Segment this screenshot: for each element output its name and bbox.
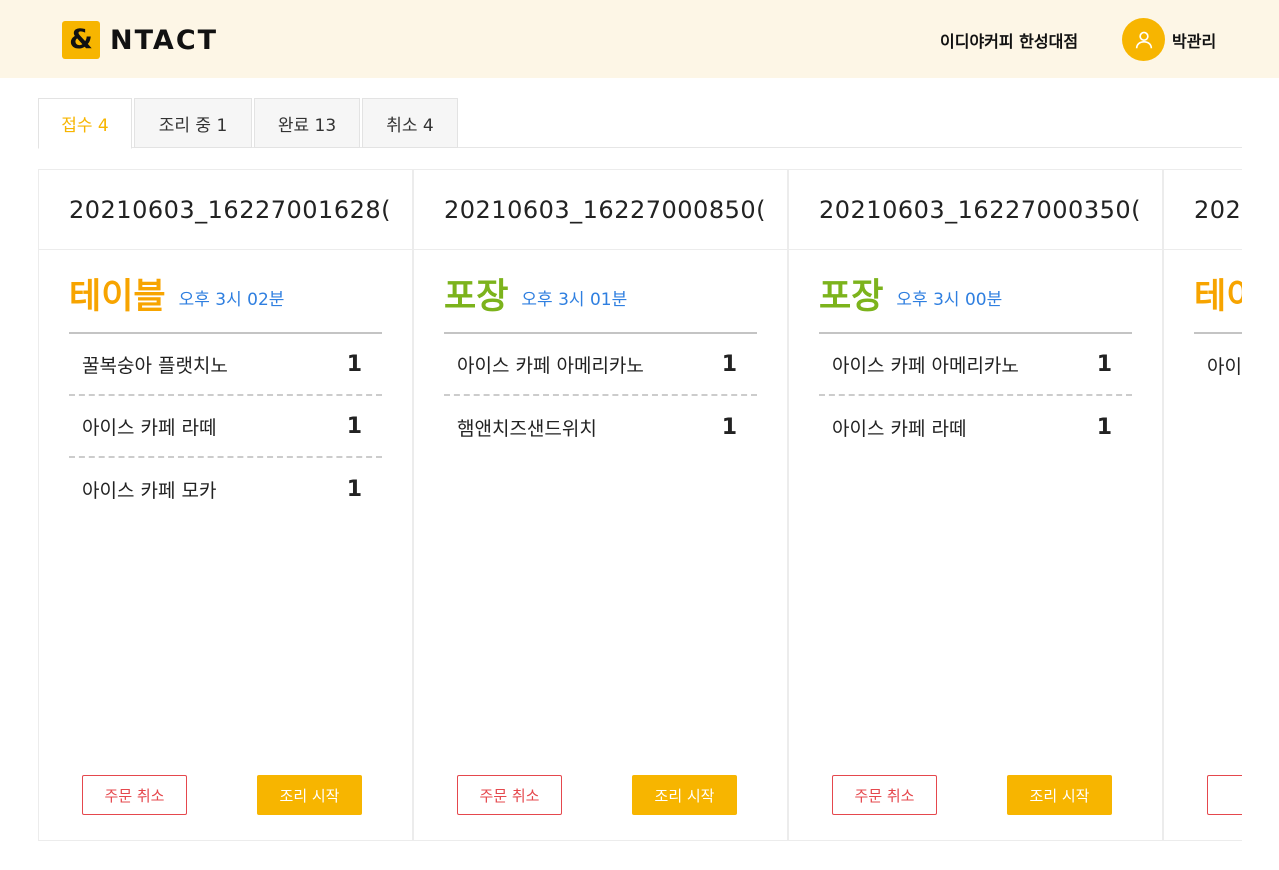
tab-completed[interactable]: 완료 13 bbox=[254, 98, 360, 148]
cancel-order-button[interactable]: 주문 취소 bbox=[832, 775, 937, 815]
item-name: 아이스 카페 아메리카노 bbox=[457, 354, 644, 377]
top-header: & NTACT 이디야커피 한성대점 박관리 bbox=[0, 0, 1279, 78]
order-item: 햄앤치즈샌드위치 1 bbox=[444, 396, 757, 458]
order-type: 테이 bbox=[1194, 276, 1242, 317]
user-icon bbox=[1135, 31, 1152, 48]
order-card-header: 202 bbox=[1164, 170, 1242, 250]
store-name: 이디야커피 한성대점 bbox=[940, 32, 1079, 51]
order-number: 20210603_16227000850( bbox=[444, 195, 766, 224]
order-item: 꿀복숭아 플랫치노 1 bbox=[69, 334, 382, 396]
tab-cancelled[interactable]: 취소 4 bbox=[362, 98, 458, 148]
order-type: 포장 bbox=[444, 276, 509, 317]
item-qty: 1 bbox=[346, 351, 362, 377]
avatar[interactable] bbox=[1122, 18, 1165, 61]
order-type-row: 포장 오후 3시 00분 bbox=[819, 250, 1132, 334]
item-name: 햄앤치즈샌드위치 bbox=[457, 417, 597, 440]
order-item: 아이스 카페 모카 1 bbox=[69, 458, 382, 520]
order-items: 아이 bbox=[1194, 334, 1242, 396]
order-item: 아이 bbox=[1194, 334, 1242, 396]
item-qty: 1 bbox=[721, 414, 737, 440]
start-cooking-button[interactable]: 조리 시작 bbox=[257, 775, 362, 815]
order-number: 20210603_16227000350( bbox=[819, 195, 1141, 224]
item-name: 꿀복숭아 플랫치노 bbox=[82, 354, 228, 377]
order-item: 아이스 카페 라떼 1 bbox=[69, 396, 382, 458]
start-cooking-button[interactable]: 조리 시작 bbox=[1007, 775, 1112, 815]
order-item: 아이스 카페 아메리카노 1 bbox=[444, 334, 757, 396]
order-item: 아이스 카페 라떼 1 bbox=[819, 396, 1132, 458]
item-qty: 1 bbox=[1096, 414, 1112, 440]
item-qty: 1 bbox=[346, 413, 362, 439]
cancel-order-button[interactable]: 주 bbox=[1207, 775, 1242, 815]
order-items: 아이스 카페 아메리카노 1 아이스 카페 라떼 1 bbox=[819, 334, 1132, 458]
item-name: 아이스 카페 아메리카노 bbox=[832, 354, 1019, 377]
order-type-row: 테이블 오후 3시 02분 bbox=[69, 250, 382, 334]
order-card-header: 20210603_16227001628( bbox=[39, 170, 412, 250]
item-name: 아이스 카페 라떼 bbox=[832, 417, 967, 440]
order-card: 20210603_16227001628( 테이블 오후 3시 02분 꿀복숭아… bbox=[38, 169, 413, 841]
order-card: 20210603_16227000350( 포장 오후 3시 00분 아이스 카… bbox=[788, 169, 1163, 841]
cancel-order-button[interactable]: 주문 취소 bbox=[82, 775, 187, 815]
order-card-header: 20210603_16227000850( bbox=[414, 170, 787, 250]
logo[interactable]: & NTACT bbox=[62, 21, 218, 59]
item-name: 아이스 카페 라떼 bbox=[82, 416, 217, 439]
start-cooking-button[interactable]: 조리 시작 bbox=[632, 775, 737, 815]
item-qty: 1 bbox=[346, 476, 362, 502]
user-name[interactable]: 박관리 bbox=[1172, 28, 1216, 52]
item-name: 아이 bbox=[1207, 355, 1242, 378]
logo-ampersand: & bbox=[69, 23, 93, 55]
order-type-row: 포장 오후 3시 01분 bbox=[444, 250, 757, 334]
order-status-tabs: 접수 4 조리 중 1 완료 13 취소 4 bbox=[38, 98, 1242, 149]
item-name: 아이스 카페 모카 bbox=[82, 479, 217, 502]
order-type: 테이블 bbox=[69, 276, 166, 317]
logo-mark: & bbox=[62, 21, 100, 59]
order-card: 20210603_16227000850( 포장 오후 3시 01분 아이스 카… bbox=[413, 169, 788, 841]
order-items: 아이스 카페 아메리카노 1 햄앤치즈샌드위치 1 bbox=[444, 334, 757, 458]
order-items: 꿀복숭아 플랫치노 1 아이스 카페 라떼 1 아이스 카페 모카 1 bbox=[69, 334, 382, 520]
cancel-order-button[interactable]: 주문 취소 bbox=[457, 775, 562, 815]
order-number: 202 bbox=[1194, 195, 1242, 224]
order-time: 오후 3시 00분 bbox=[896, 289, 1003, 310]
order-time: 오후 3시 02분 bbox=[178, 289, 285, 310]
order-number: 20210603_16227001628( bbox=[69, 195, 391, 224]
item-qty: 1 bbox=[721, 351, 737, 377]
order-time: 오후 3시 01분 bbox=[521, 289, 628, 310]
order-card: 202 테이 아이 주 bbox=[1163, 169, 1242, 841]
logo-text: NTACT bbox=[110, 24, 219, 56]
order-type-row: 테이 bbox=[1194, 250, 1242, 334]
order-item: 아이스 카페 아메리카노 1 bbox=[819, 334, 1132, 396]
order-card-header: 20210603_16227000350( bbox=[789, 170, 1162, 250]
order-board: 20210603_16227001628( 테이블 오후 3시 02분 꿀복숭아… bbox=[38, 169, 1242, 841]
tab-received[interactable]: 접수 4 bbox=[38, 98, 132, 149]
item-qty: 1 bbox=[1096, 351, 1112, 377]
tab-cooking[interactable]: 조리 중 1 bbox=[134, 98, 252, 148]
order-type: 포장 bbox=[819, 276, 884, 317]
